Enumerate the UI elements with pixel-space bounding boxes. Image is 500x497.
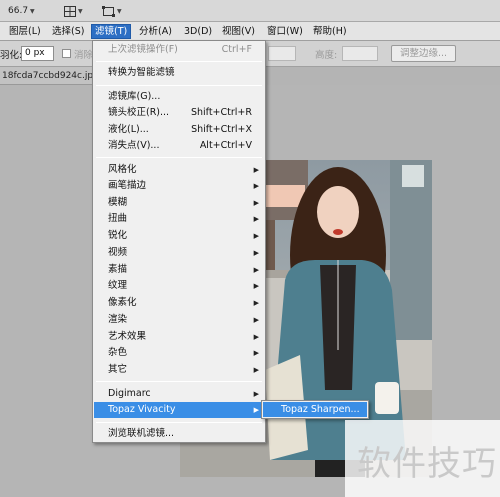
application-bar: 66.7 ▼ ▼ ▼ (0, 0, 500, 22)
chevron-down-icon: ▼ (78, 7, 83, 15)
watermark-text: 软件技巧 (357, 444, 497, 484)
submenu-arrow-icon: ▶ (253, 366, 259, 374)
submenu-arrow-icon: ▶ (253, 232, 259, 240)
submenu-arrow-icon: ▶ (253, 249, 259, 257)
height-field[interactable] (342, 46, 378, 61)
menu-separator (96, 61, 262, 62)
submenu-arrow-icon: ▶ (253, 316, 259, 324)
menu-item-liquify[interactable]: 液化(L)... Shift+Ctrl+X (94, 122, 264, 138)
menu-item-artistic[interactable]: 艺术效果 ▶ (94, 329, 264, 345)
menu-separator (96, 422, 262, 423)
zoom-value: 66.7 (8, 6, 29, 16)
screen-mode-button[interactable]: ▼ (102, 3, 122, 19)
zoom-dropdown[interactable]: 66.7 ▼ (8, 3, 35, 19)
arrange-documents-button[interactable]: ▼ (64, 3, 83, 19)
menu-item-blur[interactable]: 模糊 ▶ (94, 195, 264, 211)
antialias-checkbox[interactable] (62, 49, 71, 58)
menu-separator (96, 85, 262, 86)
submenu-arrow-icon: ▶ (253, 182, 259, 190)
menu-item-other[interactable]: 其它 ▶ (94, 362, 264, 378)
submenu-arrow-icon: ▶ (253, 266, 259, 274)
menu-bar: 图层(L) 选择(S) 滤镜(T) 分析(A) 3D(D) 视图(V) 窗口(W… (0, 22, 500, 41)
menu-item-pixelate[interactable]: 像素化 ▶ (94, 295, 264, 311)
menu-window[interactable]: 窗口(W) (264, 24, 306, 39)
submenu-arrow-icon: ▶ (253, 406, 259, 414)
menu-item-noise[interactable]: 杂色 ▶ (94, 345, 264, 361)
menu-item-topaz-vivacity[interactable]: Topaz Vivacity ▶ (94, 402, 264, 418)
topaz-vivacity-submenu: Topaz Sharpen... (261, 400, 369, 419)
feather-label: 羽化: (0, 50, 23, 61)
menu-item-render[interactable]: 渲染 ▶ (94, 312, 264, 328)
height-label: 高度: (315, 50, 338, 61)
menu-item-brush-strokes[interactable]: 画笔描边 ▶ (94, 178, 264, 194)
menu-item-stylize[interactable]: 风格化 ▶ (94, 162, 264, 178)
menu-select[interactable]: 选择(S) (49, 24, 87, 39)
menu-item-video[interactable]: 视频 ▶ (94, 245, 264, 261)
watermark: 软件技巧 (345, 420, 500, 497)
submenu-arrow-icon: ▶ (253, 166, 259, 174)
refine-edge-button[interactable]: 调整边缘... (391, 45, 457, 62)
feather-input[interactable]: 0 px (21, 46, 54, 61)
menu-separator (96, 157, 262, 158)
document-tab[interactable]: 18fcda7ccbd924c.jpg (0, 67, 105, 85)
menu-item-texture[interactable]: 纹理 ▶ (94, 278, 264, 294)
menu-filter[interactable]: 滤镜(T) (91, 24, 132, 39)
menu-item-browse-online-filters[interactable]: 浏览联机滤镜... (94, 426, 264, 442)
arrange-documents-icon (64, 5, 76, 17)
width-field[interactable] (268, 46, 296, 61)
menu-help[interactable]: 帮助(H) (310, 24, 350, 39)
chevron-down-icon: ▼ (30, 7, 35, 15)
document-tab-label: 18fcda7ccbd924c.jpg (2, 71, 99, 81)
submenu-arrow-icon: ▶ (253, 215, 259, 223)
menu-item-topaz-sharpen[interactable]: Topaz Sharpen... (263, 402, 367, 417)
menu-separator (96, 381, 262, 382)
submenu-arrow-icon: ▶ (253, 199, 259, 207)
menu-item-filter-gallery[interactable]: 滤镜库(G)... (94, 89, 264, 105)
submenu-arrow-icon: ▶ (253, 349, 259, 357)
chevron-down-icon: ▼ (117, 7, 122, 15)
screen-mode-icon (102, 5, 115, 17)
submenu-arrow-icon: ▶ (253, 299, 259, 307)
menu-layer[interactable]: 图层(L) (6, 24, 44, 39)
menu-item-lens-correction[interactable]: 镜头校正(R)... Shift+Ctrl+R (94, 105, 264, 121)
submenu-arrow-icon: ▶ (253, 282, 259, 290)
submenu-arrow-icon: ▶ (253, 333, 259, 341)
filter-menu: 上次滤镜操作(F) Ctrl+F 转换为智能滤镜 滤镜库(G)... 镜头校正(… (92, 40, 266, 443)
menu-item-digimarc[interactable]: Digimarc ▶ (94, 386, 264, 402)
menu-item-sharpen[interactable]: 锐化 ▶ (94, 228, 264, 244)
menu-item-convert-smart-filter[interactable]: 转换为智能滤镜 (94, 65, 264, 81)
menu-item-last-filter[interactable]: 上次滤镜操作(F) Ctrl+F (94, 42, 264, 58)
menu-item-vanishing-point[interactable]: 消失点(V)... Alt+Ctrl+V (94, 138, 264, 154)
menu-analysis[interactable]: 分析(A) (136, 24, 175, 39)
menu-item-distort[interactable]: 扭曲 ▶ (94, 211, 264, 227)
menu-3d[interactable]: 3D(D) (181, 24, 215, 39)
menu-view[interactable]: 视图(V) (219, 24, 258, 39)
menu-item-sketch[interactable]: 素描 ▶ (94, 262, 264, 278)
submenu-arrow-icon: ▶ (253, 390, 259, 398)
